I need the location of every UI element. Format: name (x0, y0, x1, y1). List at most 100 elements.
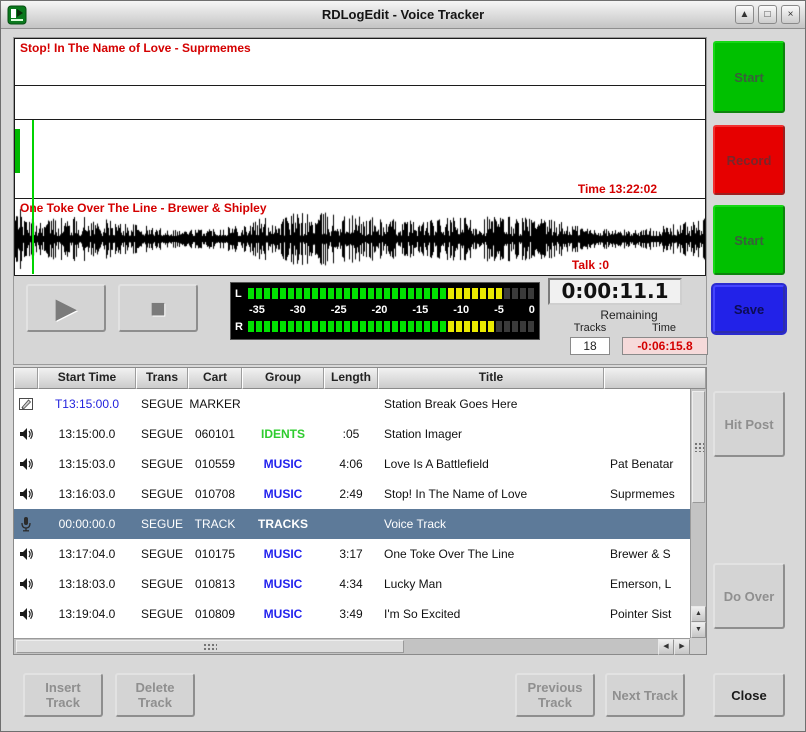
start-track1-button[interactable]: Start (713, 41, 785, 113)
cell-group: MUSIC (242, 547, 324, 561)
scroll-up-icon[interactable]: ▲ (691, 606, 706, 622)
scroll-down-icon[interactable]: ▼ (691, 622, 706, 638)
title-bar[interactable]: RDLogEdit - Voice Tracker ▲ □ × (1, 1, 805, 29)
col-title[interactable]: Title (378, 368, 604, 389)
start-track2-button[interactable]: Start (713, 205, 785, 275)
cell-start-time: 13:16:03.0 (38, 487, 136, 501)
cell-length: 2:49 (324, 487, 378, 501)
col-start-time[interactable]: Start Time (38, 368, 136, 389)
log-row[interactable]: 13:20:04.0SEGUE010705MUSIC3:36(Sittin' O… (14, 629, 690, 638)
track2-pane[interactable]: One Toke Over The Line - Brewer & Shiple… (15, 199, 705, 274)
scroll-left-icon[interactable]: ◀ (658, 639, 674, 655)
cell-cart: 010175 (188, 547, 242, 561)
cell-group: MUSIC (242, 577, 324, 591)
horizontal-scrollbar[interactable]: ◀ ▶ (14, 638, 690, 654)
remaining-panel: Remaining Tracks Time 18 -0:06:15.8 (548, 308, 710, 362)
cell-title: Love Is A Battlefield (378, 457, 604, 471)
cell-trans: SEGUE (136, 427, 188, 441)
talk-time-label: Talk :0 (572, 258, 609, 272)
scroll-right-icon[interactable]: ▶ (674, 639, 690, 655)
vertical-scrollbar-track[interactable] (691, 389, 706, 606)
speaker-icon (14, 546, 38, 562)
meter-right-label: R (235, 321, 248, 333)
window-title: RDLogEdit - Voice Tracker (1, 1, 805, 29)
play-button[interactable]: ▶ (26, 284, 106, 332)
cell-trans: SEGUE (136, 487, 188, 501)
cell-length: 3:49 (324, 607, 378, 621)
horizontal-scrollbar-track[interactable] (14, 639, 658, 654)
track2-title: One Toke Over The Line - Brewer & Shiple… (20, 201, 267, 215)
cell-title: Voice Track (378, 517, 604, 531)
save-button[interactable]: Save (713, 285, 785, 333)
close-icon[interactable]: × (781, 5, 800, 24)
meter-right-segments (248, 321, 536, 332)
shade-icon[interactable]: ▲ (735, 5, 754, 24)
close-button[interactable]: Close (713, 673, 785, 717)
elapsed-time-display: 0:00:11.1 (548, 278, 682, 305)
log-row[interactable]: T13:15:00.0SEGUEMARKERStation Break Goes… (14, 389, 690, 419)
remaining-label: Remaining (548, 308, 710, 322)
vertical-scrollbar-thumb[interactable] (692, 391, 705, 503)
voicetrack-record-pane[interactable]: Time 13:22:02 (15, 120, 705, 199)
do-over-button[interactable]: Do Over (713, 563, 785, 629)
cell-group: IDENTS (242, 427, 324, 441)
cell-artist: Brewer & S (604, 547, 690, 561)
log-row[interactable]: 13:19:04.0SEGUE010809MUSIC3:49I'm So Exc… (14, 599, 690, 629)
log-row[interactable]: 00:00:00.0SEGUETRACKTRACKSVoice Track (14, 509, 690, 539)
col-length[interactable]: Length (324, 368, 378, 389)
col-icon[interactable] (14, 368, 38, 389)
remaining-time-value: -0:06:15.8 (622, 337, 708, 355)
cell-start-time: 13:15:00.0 (38, 427, 136, 441)
cell-title: Lucky Man (378, 577, 604, 591)
cell-trans: SEGUE (136, 547, 188, 561)
speaker-icon (14, 576, 38, 592)
cell-start-time: 13:18:03.0 (38, 577, 136, 591)
stop-button[interactable]: ■ (118, 284, 198, 332)
col-group[interactable]: Group (242, 368, 324, 389)
cell-title: One Toke Over The Line (378, 547, 604, 561)
log-row[interactable]: 13:15:03.0SEGUE010559MUSIC4:06Love Is A … (14, 449, 690, 479)
log-table-header[interactable]: Start Time Trans Cart Group Length Title (14, 368, 706, 389)
remaining-time-label: Time (626, 322, 702, 334)
insert-track-button[interactable]: Insert Track (23, 673, 103, 717)
col-cart[interactable]: Cart (188, 368, 242, 389)
cell-artist: Pointer Sist (604, 607, 690, 621)
log-table: Start Time Trans Cart Group Length Title… (13, 367, 707, 655)
cell-trans: SEGUE (136, 457, 188, 471)
delete-track-button[interactable]: Delete Track (115, 673, 195, 717)
cell-trans: SEGUE (136, 517, 188, 531)
log-row[interactable]: 13:16:03.0SEGUE010708MUSIC2:49Stop! In T… (14, 479, 690, 509)
col-artist[interactable] (604, 368, 706, 389)
audio-meter: L -35-30-25-20-15-10-50 R (230, 282, 540, 340)
cell-trans: SEGUE (136, 577, 188, 591)
previous-track-button[interactable]: Previous Track (515, 673, 595, 717)
log-row[interactable]: 13:17:04.0SEGUE010175MUSIC3:17One Toke O… (14, 539, 690, 569)
cell-group: TRACKS (242, 517, 324, 531)
track1-pane[interactable]: Stop! In The Name of Love - Suprmemes (15, 39, 705, 86)
next-track-button[interactable]: Next Track (605, 673, 685, 717)
hit-post-button[interactable]: Hit Post (713, 391, 785, 457)
speaker-icon (14, 426, 38, 442)
vertical-scrollbar[interactable]: ▲ ▼ (690, 389, 706, 638)
cell-length: 4:06 (324, 457, 378, 471)
log-row[interactable]: 13:15:00.0SEGUE060101IDENTS:05Station Im… (14, 419, 690, 449)
record-button[interactable]: Record (713, 125, 785, 195)
microphone-icon (14, 516, 38, 532)
horizontal-scrollbar-thumb[interactable] (16, 640, 404, 653)
maximize-icon[interactable]: □ (758, 5, 777, 24)
track1-subpane[interactable] (15, 86, 705, 120)
playhead-cursor[interactable] (32, 120, 34, 274)
cell-start-time: 13:17:04.0 (38, 547, 136, 561)
cell-cart: 010559 (188, 457, 242, 471)
cell-cart: 060101 (188, 427, 242, 441)
play-icon: ▶ (56, 293, 76, 323)
remaining-tracks-value: 18 (570, 337, 610, 355)
waveform-area[interactable]: Stop! In The Name of Love - Suprmemes Ti… (14, 38, 706, 276)
meter-left-label: L (235, 288, 248, 300)
remaining-tracks-label: Tracks (560, 322, 620, 334)
log-row[interactable]: 13:18:03.0SEGUE010813MUSIC4:34Lucky ManE… (14, 569, 690, 599)
track1-title: Stop! In The Name of Love - Suprmemes (20, 41, 251, 55)
col-trans[interactable]: Trans (136, 368, 188, 389)
cell-length: 4:34 (324, 577, 378, 591)
cell-cart: 010813 (188, 577, 242, 591)
